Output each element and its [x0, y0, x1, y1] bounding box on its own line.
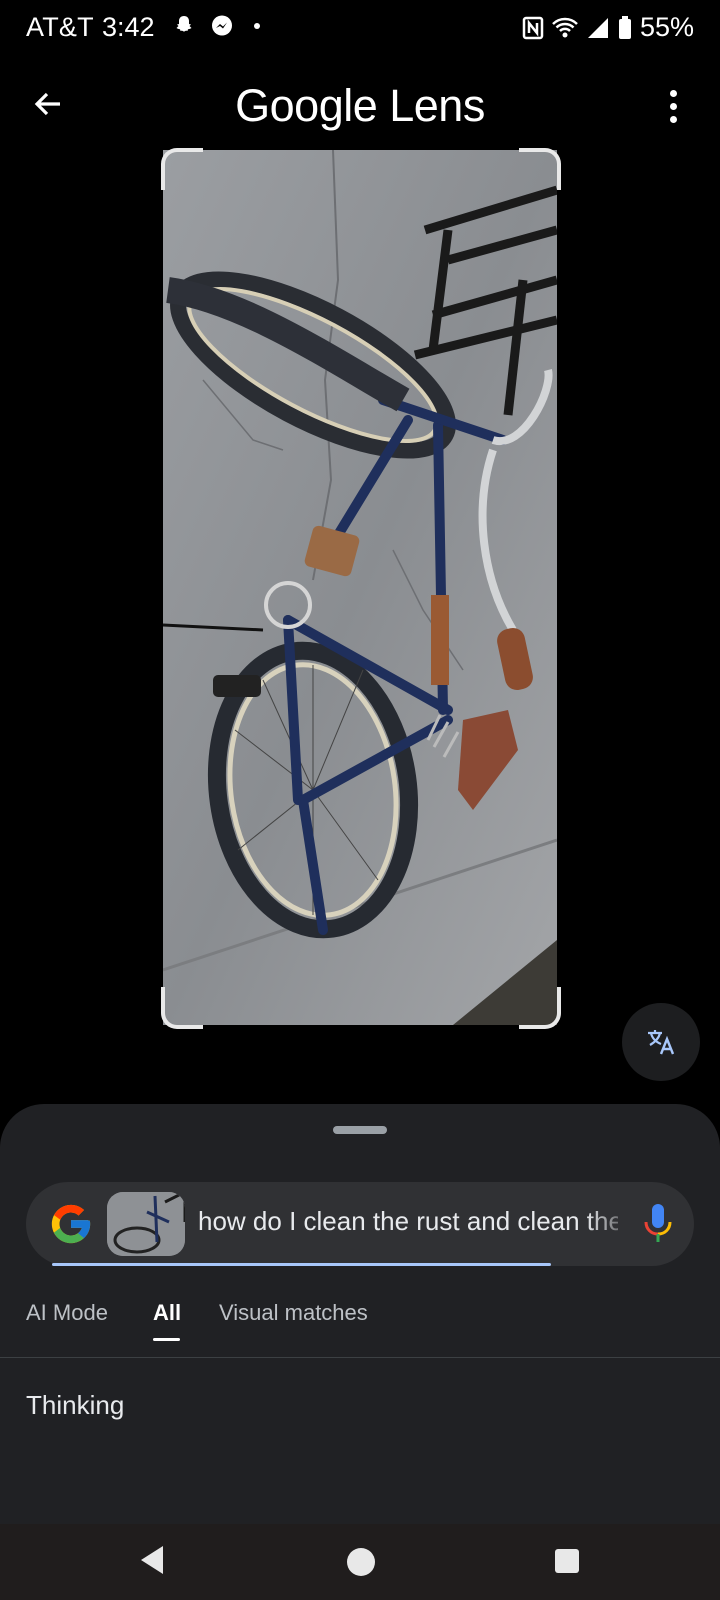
battery-percent: 55% [639, 12, 694, 42]
app-title: Google Lens [235, 80, 485, 131]
more-options-button[interactable] [658, 82, 688, 130]
tabs-divider [0, 1357, 720, 1358]
bicycle-photo [163, 150, 557, 1025]
tab-visual-matches[interactable]: Visual matches [219, 1300, 368, 1326]
query-fade [586, 1192, 636, 1256]
search-progress-bar [52, 1263, 551, 1266]
crop-handle-top-left[interactable] [161, 148, 203, 190]
status-bar: AT&T 3:42 55% [0, 0, 720, 56]
query-image-thumbnail[interactable] [107, 1192, 185, 1256]
translate-button[interactable] [622, 1003, 700, 1081]
nav-home-button[interactable] [347, 1548, 375, 1576]
snapchat-icon [176, 16, 192, 32]
search-query-text[interactable]: how do I clean the rust and clean the bi… [198, 1206, 618, 1237]
crop-handle-bottom-left[interactable] [161, 987, 203, 1029]
crop-handle-top-right[interactable] [519, 148, 561, 190]
tab-ai-mode[interactable]: AI Mode [26, 1300, 108, 1326]
google-g-icon [51, 1204, 91, 1244]
more-notifications-dot [254, 23, 260, 29]
nav-back-icon[interactable] [137, 1542, 167, 1578]
app-bar: Google Lens [0, 66, 720, 146]
wifi-icon [552, 17, 578, 37]
notification-icons [172, 14, 260, 38]
nfc-icon [522, 16, 544, 39]
clock: 3:42 [102, 12, 155, 42]
carrier-label: AT&T [26, 12, 94, 42]
result-tabs: AI Mode All Visual matches [0, 1300, 720, 1360]
system-icons: 55% [522, 12, 694, 43]
lens-photo[interactable] [163, 150, 557, 1025]
more-vert-icon-dot [669, 115, 677, 123]
drag-handle[interactable] [333, 1126, 387, 1134]
crop-handle-bottom-right[interactable] [519, 987, 561, 1029]
battery-icon [618, 15, 631, 39]
cell-signal-icon [587, 17, 608, 38]
translate-icon [648, 1030, 675, 1055]
messenger-icon [212, 15, 232, 36]
bicycle-thumbnail-image [107, 1192, 185, 1256]
search-bar[interactable]: how do I clean the rust and clean the bi… [26, 1182, 694, 1266]
nav-recents-button[interactable] [555, 1549, 579, 1573]
more-vert-icon-dot [669, 102, 677, 110]
more-vert-icon-dot [669, 89, 677, 97]
system-nav-bar [0, 1524, 720, 1600]
tab-all[interactable]: All [153, 1300, 181, 1326]
active-tab-indicator [153, 1338, 180, 1341]
results-status: Thinking [26, 1390, 125, 1420]
mic-icon[interactable] [640, 1202, 676, 1246]
